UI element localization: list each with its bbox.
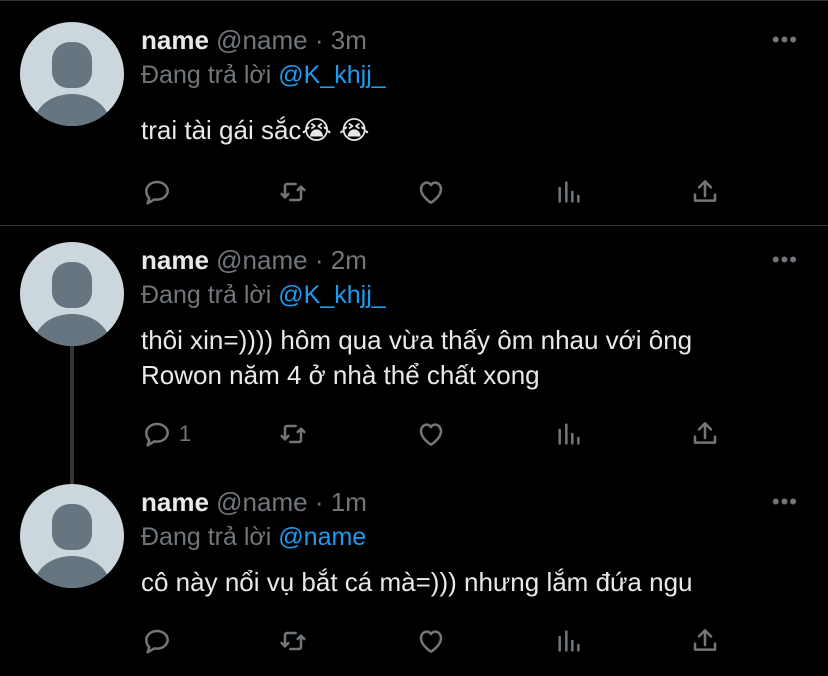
- mention-link[interactable]: @K_khjj_: [278, 61, 385, 89]
- avatar-body: [34, 314, 110, 346]
- replying-to: Đang trả lời @K_khjj_: [141, 280, 386, 310]
- separator: ·: [314, 245, 324, 275]
- avatar[interactable]: [20, 484, 124, 588]
- reply-button[interactable]: 1: [141, 416, 191, 452]
- analytics-button[interactable]: [553, 623, 585, 659]
- timestamp[interactable]: 2m: [331, 245, 367, 275]
- retweet-button[interactable]: [277, 416, 309, 452]
- like-icon: [419, 423, 443, 446]
- user-handle[interactable]: @name: [216, 245, 307, 275]
- share-icon: [693, 422, 717, 444]
- more-icon[interactable]: •••: [772, 29, 798, 51]
- replying-to: Đang trả lời @K_khjj_: [141, 60, 386, 90]
- tweet-header: name @name · 2m: [141, 245, 367, 275]
- user-handle[interactable]: @name: [216, 25, 307, 55]
- separator: ·: [314, 25, 324, 55]
- avatar-head: [52, 42, 92, 88]
- like-button[interactable]: [415, 416, 447, 452]
- share-icon: [693, 629, 717, 651]
- tweet-text: cô này nổi vụ bắt cá mà=))) nhưng lắm đứ…: [141, 565, 801, 600]
- thread-connector: [70, 346, 74, 486]
- avatar-head: [52, 504, 92, 550]
- tweet-1[interactable]: name @name · 3m ••• Đang trả lời @K_khjj…: [0, 0, 828, 225]
- tweet-3[interactable]: name @name · 1m ••• Đang trả lời @name c…: [0, 468, 828, 676]
- user-handle[interactable]: @name: [216, 487, 307, 517]
- retweet-button[interactable]: [277, 623, 309, 659]
- replying-to-label: Đang trả lời: [141, 523, 272, 551]
- tweet-text: trai tài gái sắc😭 😭: [141, 113, 801, 148]
- retweet-button[interactable]: [277, 174, 309, 210]
- tweet-text-line: trai tài gái sắc😭 😭: [141, 115, 370, 145]
- replying-to-label: Đang trả lời: [141, 281, 272, 309]
- display-name[interactable]: name: [141, 25, 209, 55]
- tweet-actions: [141, 623, 741, 659]
- retweet-icon: [280, 631, 306, 651]
- tweet-text-line: thôi xin=)))) hôm qua vừa thấy ôm nhau v…: [141, 325, 693, 355]
- share-button[interactable]: [689, 416, 721, 452]
- timestamp[interactable]: 1m: [331, 487, 367, 517]
- tweet-header: name @name · 1m: [141, 487, 367, 517]
- analytics-button[interactable]: [553, 174, 585, 210]
- reply-icon: [145, 629, 169, 654]
- reply-button[interactable]: [141, 174, 179, 210]
- display-name[interactable]: name: [141, 245, 209, 275]
- avatar-body: [34, 556, 110, 588]
- mention-link[interactable]: @K_khjj_: [278, 281, 385, 309]
- reply-button[interactable]: [141, 623, 179, 659]
- tweet-text: thôi xin=)))) hôm qua vừa thấy ôm nhau v…: [141, 323, 801, 393]
- retweet-icon: [280, 182, 306, 202]
- replying-to-label: Đang trả lời: [141, 61, 272, 89]
- avatar[interactable]: [20, 242, 124, 346]
- separator: ·: [314, 487, 324, 517]
- tweet-actions: 1: [141, 416, 741, 452]
- tweet-2[interactable]: name @name · 2m ••• Đang trả lời @K_khjj…: [0, 226, 828, 486]
- share-button[interactable]: [689, 174, 721, 210]
- reply-icon: [145, 422, 169, 447]
- analytics-button[interactable]: [553, 416, 585, 452]
- replying-to: Đang trả lời @name: [141, 522, 366, 552]
- like-button[interactable]: [415, 623, 447, 659]
- like-icon: [419, 630, 443, 653]
- reply-count: 1: [179, 421, 192, 446]
- display-name[interactable]: name: [141, 487, 209, 517]
- avatar[interactable]: [20, 22, 124, 126]
- analytics-icon: [558, 630, 580, 652]
- like-icon: [419, 181, 443, 204]
- avatar-body: [34, 94, 110, 126]
- analytics-icon: [558, 181, 580, 203]
- tweet-header: name @name · 3m: [141, 25, 367, 55]
- more-icon[interactable]: •••: [772, 491, 798, 513]
- like-button[interactable]: [415, 174, 447, 210]
- timestamp[interactable]: 3m: [331, 25, 367, 55]
- avatar-head: [52, 262, 92, 308]
- analytics-icon: [558, 423, 580, 445]
- share-icon: [693, 180, 717, 202]
- reply-icon: [145, 180, 169, 205]
- tweet-text-line: cô này nổi vụ bắt cá mà=))) nhưng lắm đứ…: [141, 567, 693, 597]
- retweet-icon: [280, 424, 306, 444]
- share-button[interactable]: [689, 623, 721, 659]
- tweet-text-line: Rowon năm 4 ở nhà thể chất xong: [141, 360, 540, 390]
- mention-link[interactable]: @name: [278, 523, 366, 551]
- more-icon[interactable]: •••: [772, 249, 798, 271]
- tweet-actions: [141, 174, 741, 210]
